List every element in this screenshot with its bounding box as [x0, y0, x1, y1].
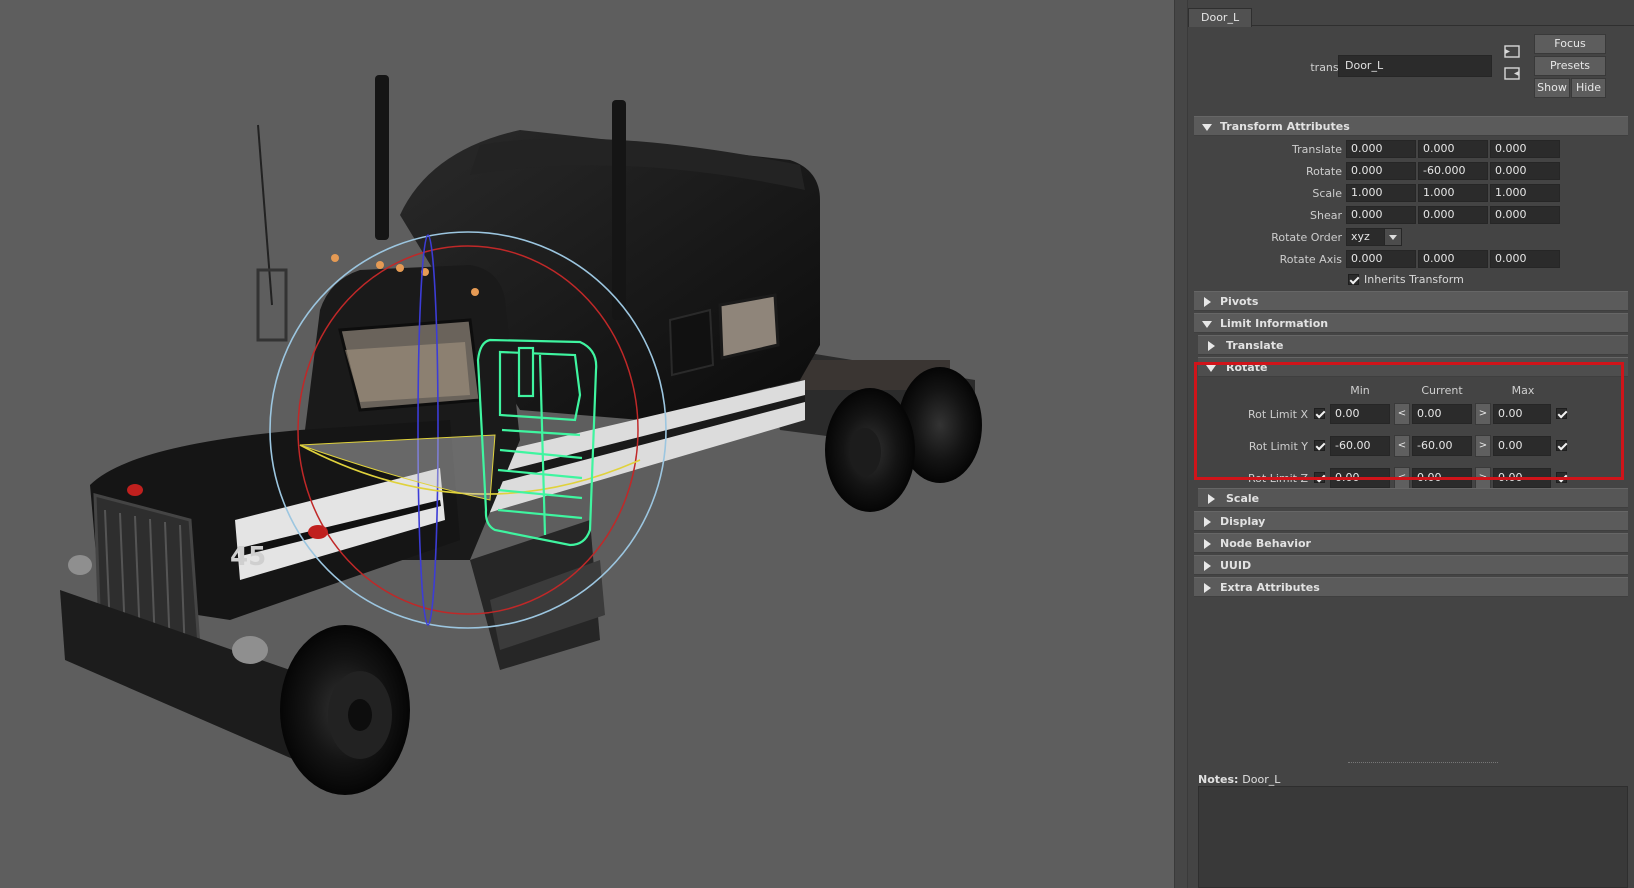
section-title: Translate — [1226, 339, 1284, 352]
shear-label: Shear — [1310, 209, 1342, 222]
notes-label: Notes: — [1198, 773, 1239, 786]
section-display[interactable]: Display — [1194, 511, 1628, 531]
section-limit-translate[interactable]: Translate — [1198, 335, 1628, 355]
section-title: Scale — [1226, 492, 1260, 505]
show-button[interactable]: Show — [1534, 78, 1570, 98]
panel-splitter[interactable] — [1174, 0, 1188, 888]
truck-model[interactable]: 45 — [60, 75, 982, 795]
notes-resize-handle[interactable] — [1348, 762, 1498, 764]
collapsed-triangle-icon — [1204, 517, 1211, 527]
rotate-axis-y-field[interactable]: 0.000 — [1418, 250, 1488, 268]
collapsed-triangle-icon — [1204, 539, 1211, 549]
expanded-triangle-icon — [1202, 321, 1212, 328]
collapsed-triangle-icon — [1204, 561, 1211, 571]
collapsed-triangle-icon — [1204, 297, 1211, 307]
rotate-label: Rotate — [1305, 165, 1342, 178]
node-tab-strip: Door_L — [1188, 6, 1634, 27]
hide-button[interactable]: Hide — [1571, 78, 1606, 98]
translate-z-field[interactable]: 0.000 — [1490, 140, 1560, 158]
scale-label: Scale — [1312, 187, 1342, 200]
collapsed-triangle-icon — [1204, 583, 1211, 593]
section-title: Node Behavior — [1220, 537, 1311, 550]
node-tab-door-l[interactable]: Door_L — [1188, 8, 1253, 27]
rotate-y-field[interactable]: -60.000 — [1418, 162, 1488, 180]
shear-z-field[interactable]: 0.000 — [1490, 206, 1560, 224]
section-pivots[interactable]: Pivots — [1194, 291, 1628, 311]
load-output-connection-icon[interactable] — [1502, 66, 1522, 82]
section-title: Pivots — [1220, 295, 1259, 308]
rotate-x-field[interactable]: 0.000 — [1346, 162, 1416, 180]
load-input-connection-icon[interactable] — [1502, 44, 1522, 60]
collapsed-triangle-icon — [1208, 494, 1215, 504]
scene-render: 45 — [60, 75, 982, 795]
notes-node-name: Door_L — [1242, 773, 1281, 786]
3d-viewport[interactable]: 45 — [0, 0, 1174, 888]
collapsed-triangle-icon — [1208, 341, 1215, 351]
rotate-limits-highlight — [1194, 362, 1624, 480]
inherits-transform-label: Inherits Transform — [1364, 273, 1464, 286]
scale-y-field[interactable]: 1.000 — [1418, 184, 1488, 202]
inherits-transform-checkbox[interactable] — [1348, 274, 1359, 285]
notes-header: Notes: Door_L — [1198, 773, 1280, 786]
section-transform-attributes[interactable]: Transform Attributes — [1194, 116, 1628, 136]
section-limit-information[interactable]: Limit Information — [1194, 313, 1628, 333]
attribute-editor: Door_L transform: Door_L Focus Presets S… — [1188, 0, 1634, 888]
rotate-order-label: Rotate Order — [1271, 231, 1342, 244]
node-header: transform: Door_L Focus Presets Show Hid… — [1188, 30, 1634, 106]
section-limit-scale[interactable]: Scale — [1198, 488, 1628, 508]
section-title: Transform Attributes — [1220, 120, 1350, 133]
section-title: Display — [1220, 515, 1266, 528]
section-title: Extra Attributes — [1220, 581, 1320, 594]
notes-textarea[interactable] — [1198, 786, 1628, 888]
truck-number-label: 45 — [230, 542, 266, 572]
rotate-order-dropdown[interactable]: xyz — [1346, 228, 1386, 246]
shear-y-field[interactable]: 0.000 — [1418, 206, 1488, 224]
rotate-axis-z-field[interactable]: 0.000 — [1490, 250, 1560, 268]
translate-y-field[interactable]: 0.000 — [1418, 140, 1488, 158]
presets-button[interactable]: Presets — [1534, 56, 1606, 76]
focus-button[interactable]: Focus — [1534, 34, 1606, 54]
shear-x-field[interactable]: 0.000 — [1346, 206, 1416, 224]
section-node-behavior[interactable]: Node Behavior — [1194, 533, 1628, 553]
expanded-triangle-icon — [1202, 124, 1212, 131]
section-uuid[interactable]: UUID — [1194, 555, 1628, 575]
section-title: Limit Information — [1220, 317, 1329, 330]
rotate-axis-label: Rotate Axis — [1279, 253, 1342, 266]
transform-name-field[interactable]: Door_L — [1338, 55, 1492, 77]
translate-x-field[interactable]: 0.000 — [1346, 140, 1416, 158]
scale-z-field[interactable]: 1.000 — [1490, 184, 1560, 202]
chevron-down-icon[interactable] — [1384, 228, 1402, 246]
section-title: UUID — [1220, 559, 1252, 572]
translate-label: Translate — [1292, 143, 1342, 156]
rotate-z-field[interactable]: 0.000 — [1490, 162, 1560, 180]
scale-x-field[interactable]: 1.000 — [1346, 184, 1416, 202]
rotate-axis-x-field[interactable]: 0.000 — [1346, 250, 1416, 268]
section-extra-attributes[interactable]: Extra Attributes — [1194, 577, 1628, 597]
